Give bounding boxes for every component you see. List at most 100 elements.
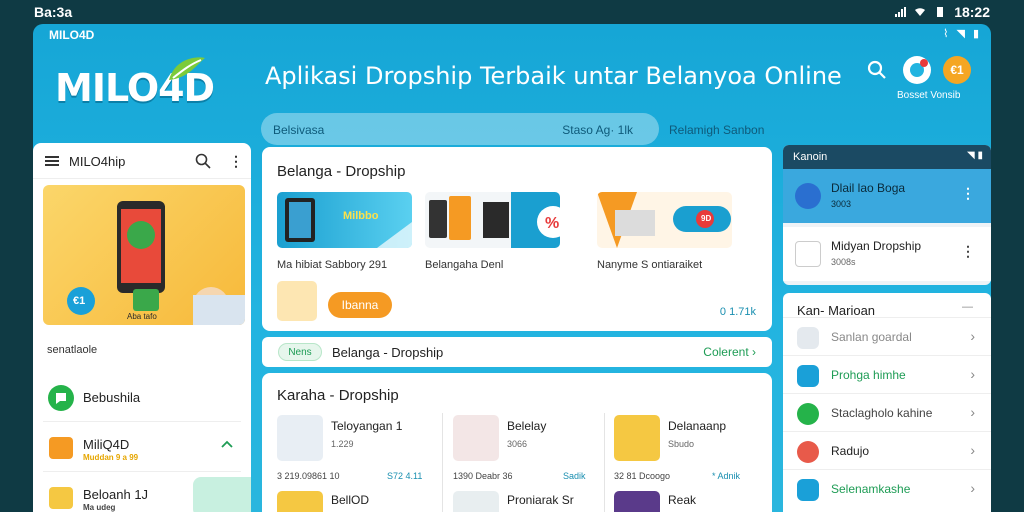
chat-item[interactable]: Dlail lao Boga 3003 ⋮ [783, 169, 991, 223]
products-section: Karaha - Dropship Teloyangan 1 1.229 3 2… [262, 373, 772, 512]
product-thumbnail [614, 491, 660, 512]
promo-banner[interactable]: Aba tafo €1 [43, 185, 245, 325]
banner-caption: Aba tafo [127, 312, 157, 321]
stat-count: 0 1.71k [719, 306, 756, 318]
more-icon[interactable]: ⋮ [229, 153, 243, 170]
menu-item[interactable]: Radujo › [783, 431, 991, 469]
banner-badge: €1 [73, 295, 86, 307]
product-tile[interactable]: % [425, 192, 560, 248]
chat-item[interactable]: Midyan Dropship 3008s ⋮ [783, 227, 991, 281]
bell-icon [910, 59, 928, 77]
menu-item[interactable]: Selenamkashe › [783, 469, 991, 507]
new-tag: Nens [278, 343, 322, 361]
leaf-icon [169, 57, 205, 80]
toggle-shape[interactable] [193, 477, 251, 512]
strip-title: Belanga - Dropship [332, 345, 444, 360]
product-thumbnail [453, 491, 499, 512]
account-caption: Bosset Vonsib [897, 90, 961, 101]
section-title: Karaha - Dropship [277, 387, 399, 404]
status-bar: Ba:3a 18:22 [0, 0, 1024, 24]
dropship-section: Belanga - Dropship Milbbo % 9D Ma hibiat… [262, 147, 772, 331]
search-input[interactable]: Belsivasa Staso Ag· 1lk [261, 113, 659, 145]
menu-link[interactable]: — [962, 301, 973, 313]
relevant-link[interactable]: Relamigh Sanbon [669, 123, 764, 137]
right-panel-title: Kanoin [793, 151, 828, 163]
svg-text:%: % [545, 215, 559, 232]
product-icon [797, 365, 819, 387]
more-icon[interactable]: ⋮ [961, 243, 975, 260]
chevron-right-icon: › [970, 328, 975, 344]
more-icon[interactable]: ⋮ [961, 185, 975, 202]
account-button[interactable]: €1 [943, 56, 971, 84]
menu-item[interactable]: Staclagholo kahine › [783, 393, 991, 431]
avatar [795, 183, 821, 209]
menu-panel: Kan- Marioan — Sanlan goardal › Prohga h… [783, 293, 991, 512]
menu-icon[interactable] [45, 156, 59, 166]
product-tile[interactable]: 9D [597, 192, 732, 248]
signal-small-icon: ▮ [972, 28, 979, 40]
list-item[interactable]: Bebushila [33, 378, 251, 418]
product-rating: Sbudo [668, 439, 695, 449]
section-strip[interactable]: Nens Belanga - Dropship Colerent › [262, 337, 772, 367]
avatar [795, 241, 821, 267]
list-item-label: Beloanh 1J [83, 487, 149, 502]
product-meta: 1390 Deabr 36 [453, 471, 513, 481]
product-name: BellOD [331, 493, 370, 507]
list-item-label: MiliQ4D [83, 437, 130, 452]
right-panel: Kanoin ◥ ▮ Dlail lao Boga 3003 ⋮ Midyan … [783, 145, 991, 285]
printer-illustration [597, 192, 731, 248]
product-name: Proniarak Sr [507, 493, 574, 507]
product-thumbnail [614, 415, 660, 461]
mini-thumbnail[interactable] [277, 281, 317, 321]
chat-sub: 3008s [831, 257, 856, 267]
chat-name: Dlail lao Boga [831, 181, 906, 195]
product-rating: 3066 [507, 439, 528, 449]
tile-label: 9D [701, 214, 712, 223]
action-button[interactable]: Ibanna [328, 292, 392, 318]
left-panel-title: MILO4hip [69, 154, 126, 169]
see-all-link[interactable]: Colerent › [703, 345, 756, 359]
product-thumbnail [277, 491, 323, 512]
product-name: Reak [668, 493, 697, 507]
menu-item[interactable]: Sanlan goardal › [783, 317, 991, 355]
menu-item-label: Selenamkashe [831, 482, 911, 496]
menu-item-label: Staclagholo kahine [831, 406, 933, 420]
brand-logo[interactable]: MILO4D [55, 54, 215, 116]
window-title: MILO4D [49, 28, 95, 42]
notification-button[interactable] [903, 56, 931, 84]
phones-illustration: % [429, 192, 560, 248]
product-name: Belelay [507, 419, 547, 433]
wifi-small-icon: ◥ [956, 28, 965, 40]
product-card[interactable]: Delanaanp Sbudo 32 81 Dcoogo * Adnik Rea… [614, 415, 764, 512]
divider [604, 413, 605, 512]
list-item[interactable]: Beloanh 1J Ma udeg [33, 477, 251, 512]
menu-item-label: Prohga himhe [831, 368, 906, 382]
search-icon[interactable] [195, 153, 211, 169]
status-time-left: Ba:3a [34, 4, 73, 20]
right-panel-header: Kanoin ◥ ▮ [783, 145, 991, 169]
product-meta: 32 81 Dcoogo [614, 471, 671, 481]
product-name: Teloyangan 1 [331, 419, 403, 433]
product-thumbnail [453, 415, 499, 461]
search-icon[interactable] [867, 60, 887, 80]
list-item-label: Bebushila [83, 390, 141, 405]
tile-caption: Nanyme S ontiaraiket [597, 259, 703, 271]
chevron-right-icon: › [970, 366, 975, 382]
left-phone-panel: MILO4hip ⋮ Aba tafo €1 senatlaole Bebush… [33, 143, 251, 512]
left-panel-header: MILO4hip ⋮ [33, 143, 251, 179]
wifi-icon [915, 8, 926, 16]
product-thumbnail [277, 415, 323, 461]
menu-item[interactable]: Prohga himhe › [783, 355, 991, 393]
product-tile[interactable]: Milbbo [277, 192, 412, 248]
chat-icon [797, 403, 819, 425]
product-card[interactable]: Teloyangan 1 1.229 3 219.09861 10 S72 4.… [277, 415, 437, 512]
sale-icon [797, 441, 819, 463]
left-panel-row-text: senatlaole [47, 344, 98, 356]
product-price: * Adnik [712, 471, 741, 481]
chevron-up-icon[interactable] [221, 439, 233, 449]
product-card[interactable]: Belelay 3066 1390 Deabr 36 Sadik Proniar… [453, 415, 613, 512]
divider [43, 471, 241, 472]
list-item[interactable]: MiliQ4D Muddan 9 a 99 [33, 429, 251, 469]
battery-icon [937, 7, 944, 17]
menu-title: Kan- Marioan [797, 303, 876, 318]
